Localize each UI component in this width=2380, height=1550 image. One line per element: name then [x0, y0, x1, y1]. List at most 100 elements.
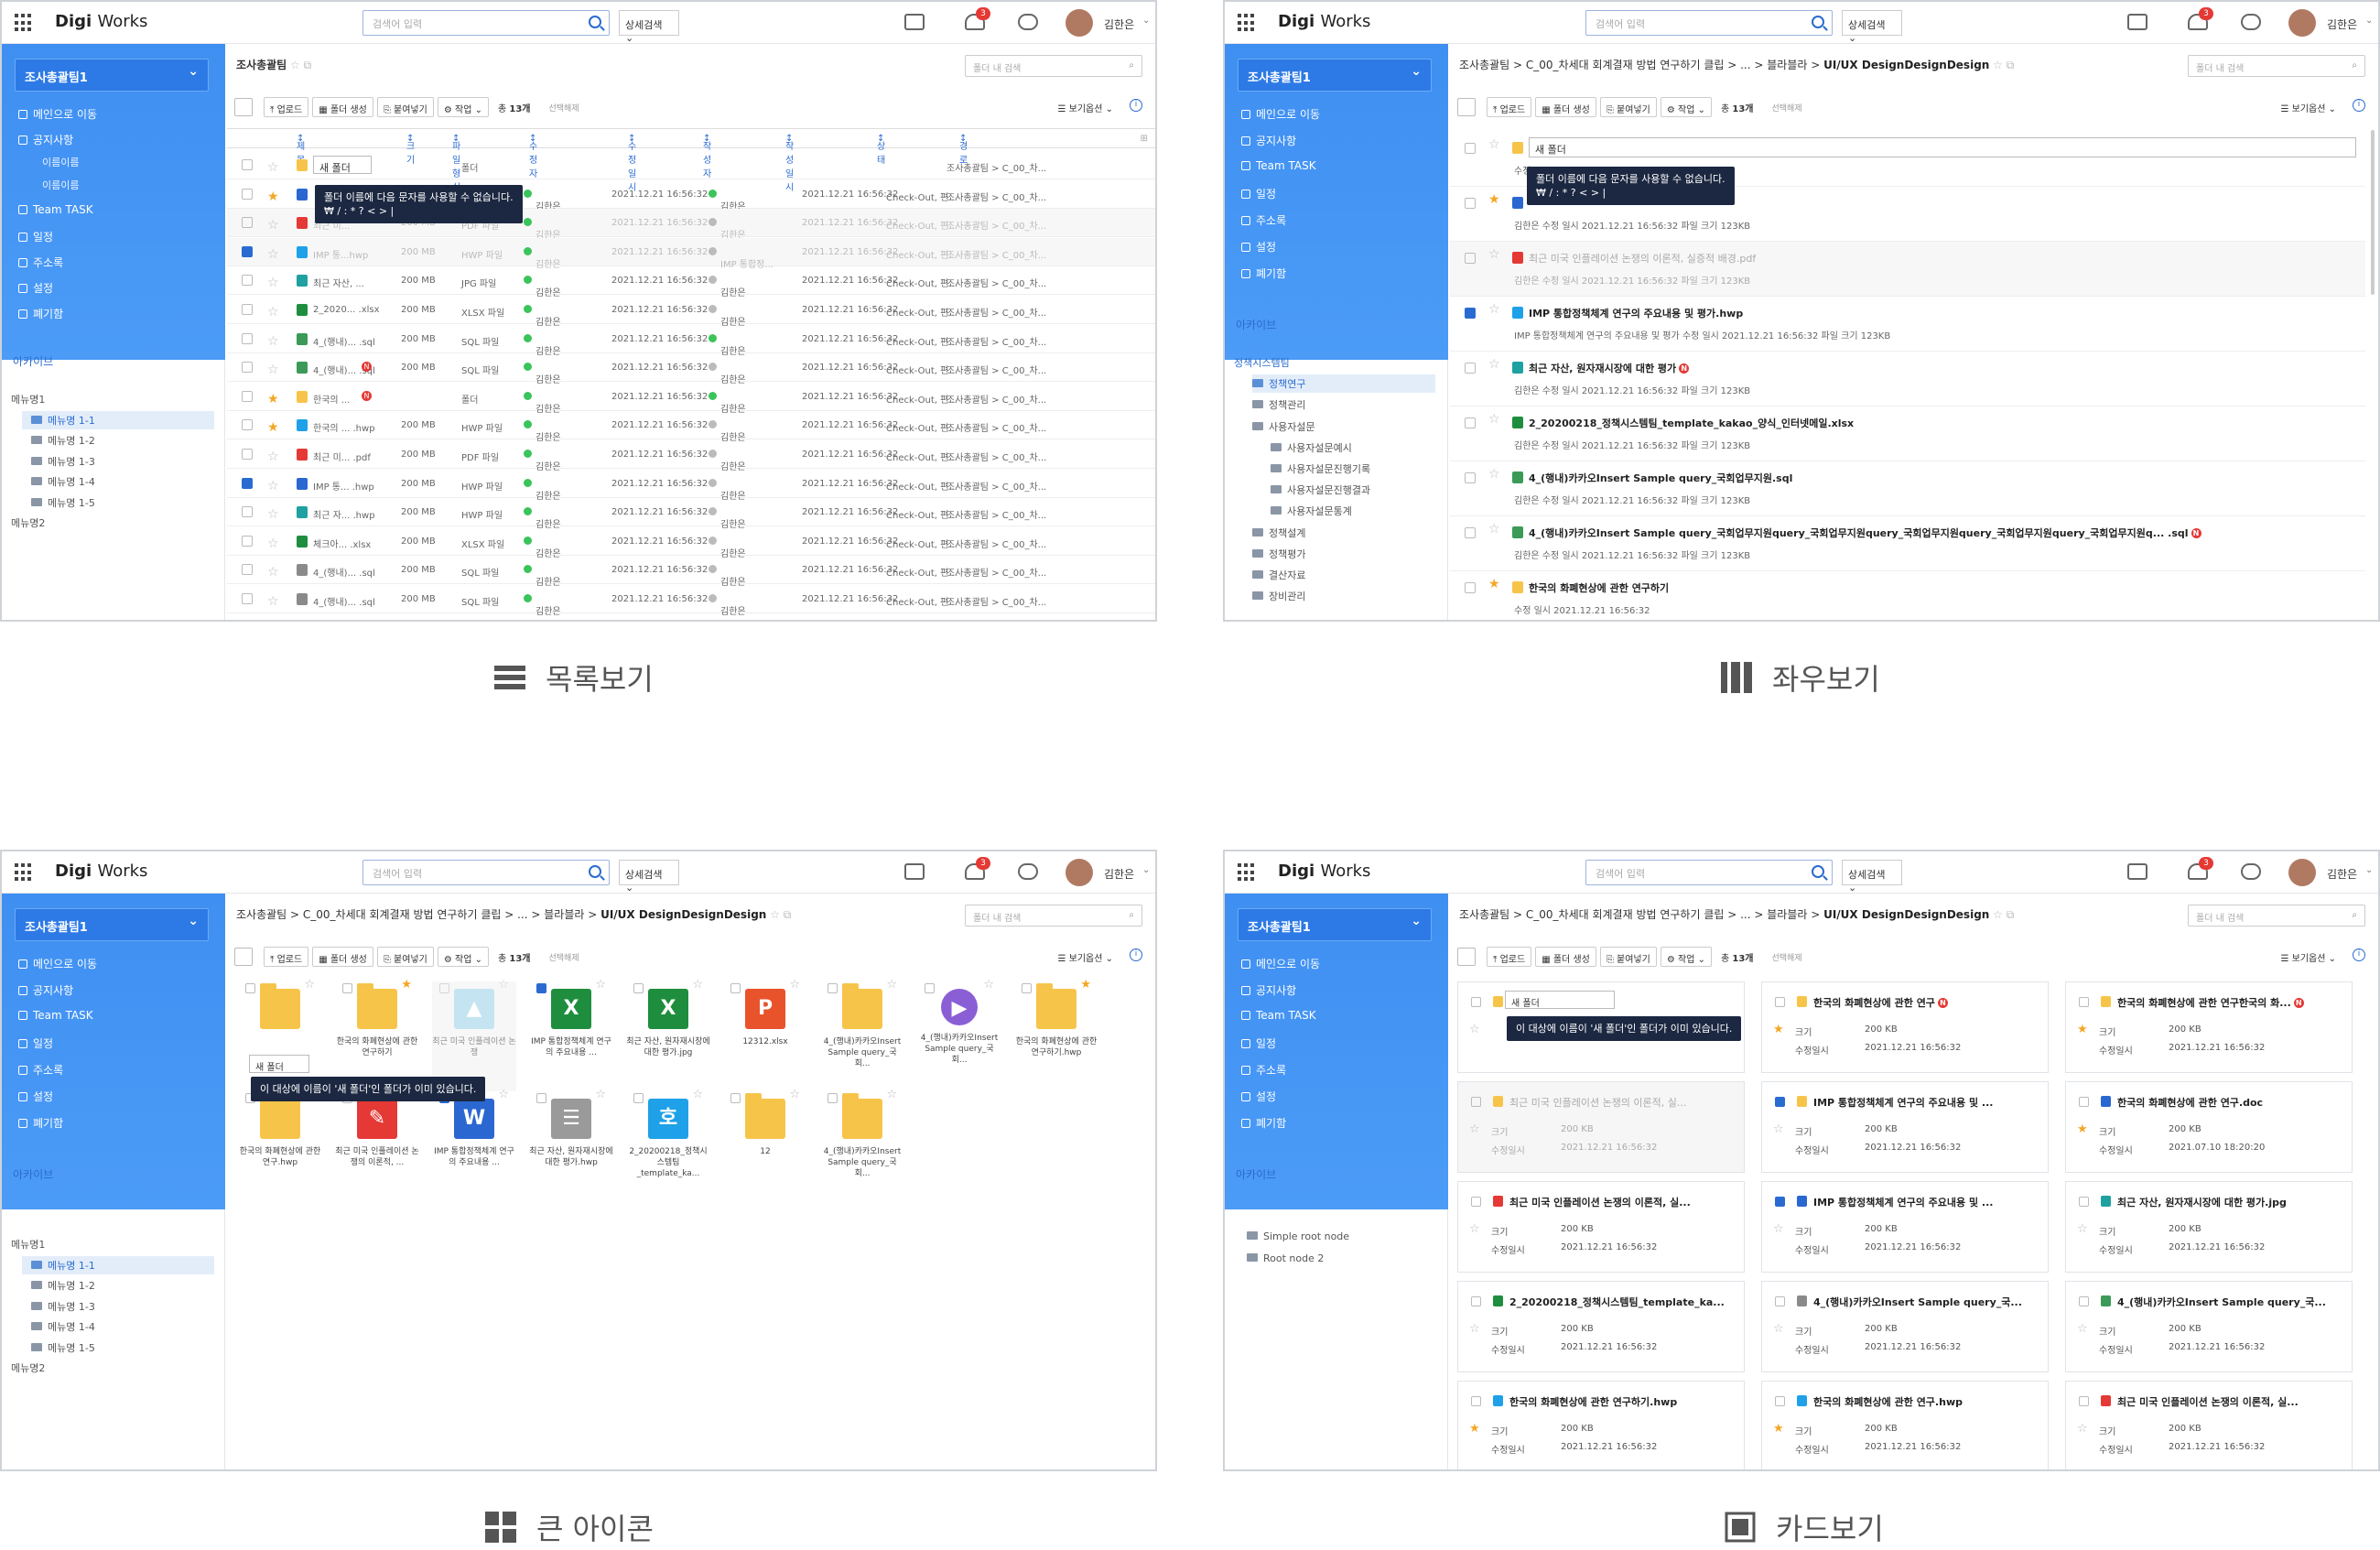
row-checkbox[interactable] [242, 506, 253, 518]
select-all-checkbox[interactable] [1457, 98, 1476, 116]
sidebar-item[interactable]: 일정 [1241, 186, 1276, 201]
star-icon[interactable]: ★ [1469, 1422, 1480, 1436]
info-icon[interactable]: i [1130, 948, 1142, 961]
star-icon[interactable]: ☆ [267, 160, 279, 175]
card-title[interactable]: 4_(행내)카카오Insert Sample query_국... [2117, 1295, 2326, 1309]
item-checkbox[interactable] [439, 983, 449, 993]
table-row[interactable]: ☆ 4_(행내)... .sql 200 MB SQL 파일 김한은 2021.… [227, 556, 1155, 588]
team-selector[interactable]: 조사총괄팀1 [1238, 908, 1432, 941]
tree-node[interactable]: 메뉴명2 [11, 1359, 194, 1377]
column-header[interactable]: 수정자 ↕ [529, 134, 537, 179]
work-menu-button[interactable]: ⚙ 작업 ⌄ [437, 97, 489, 117]
list-item[interactable]: ☆ 4_(행내)카카오Insert Sample query_국회업무지원.sq… [1450, 461, 2365, 516]
column-header[interactable]: 크기 ↕ [406, 134, 415, 166]
app-logo[interactable]: Digi Works [1278, 12, 1370, 31]
item-checkbox[interactable] [633, 983, 644, 993]
star-icon[interactable]: ☆ [267, 334, 279, 349]
sidebar-item[interactable]: 설정 [1241, 239, 1276, 255]
deselect-link[interactable]: 선택해제 [548, 102, 579, 114]
star-icon[interactable]: ☆ [498, 979, 509, 991]
tree-node[interactable]: 정책설계 [1252, 524, 1435, 542]
item-checkbox[interactable] [342, 983, 352, 993]
row-checkbox[interactable] [1465, 198, 1476, 209]
app-grid-icon[interactable] [15, 14, 33, 32]
chat-icon[interactable] [1018, 863, 1038, 880]
paste-button[interactable]: ⎘ 붙여넣기 [376, 947, 434, 967]
breadcrumb-item[interactable]: C_00_차세대 회계결재 방법 연구하기 클립 [303, 908, 502, 921]
search-icon[interactable]: ⌕ [1129, 910, 1134, 920]
file-name[interactable]: IMP 통합정책체계 연구의 주요내용 및 평가.hwp [1529, 306, 1743, 320]
breadcrumb-item[interactable]: C_00_차세대 회계결재 방법 연구하기 클립 [1526, 59, 1725, 71]
row-checkbox[interactable] [242, 332, 253, 344]
deselect-link[interactable]: 선택해제 [548, 951, 579, 963]
sidebar-item[interactable]: 설정 [18, 1089, 53, 1104]
paste-button[interactable]: ⎘ 붙여넣기 [1599, 947, 1657, 967]
tree-node[interactable]: 정책평가 [1252, 545, 1435, 563]
column-header[interactable]: 제목 ↕ [297, 134, 305, 166]
star-icon[interactable]: ☆ [498, 1089, 509, 1100]
column-header[interactable]: 경로 ↕ [959, 134, 968, 166]
row-checkbox[interactable] [242, 419, 253, 431]
star-icon[interactable]: ☆ [692, 979, 703, 991]
file-name[interactable]: 한국의 ... [313, 392, 350, 406]
file-name[interactable]: 4_(행내)... .sql [313, 565, 375, 579]
copy-icon[interactable]: ⧉ [784, 908, 792, 921]
star-icon[interactable]: ☆ [267, 305, 279, 320]
chat-icon[interactable] [1018, 14, 1038, 30]
icon-item[interactable]: ☆ ✎ 최근 미국 인플레이션 논쟁의 이론적, ... [335, 1089, 419, 1201]
icon-item[interactable]: ☆ 호 2_20200218_정책시스템팀_template_ka... [626, 1089, 710, 1201]
app-grid-icon[interactable] [1238, 863, 1256, 882]
file-name[interactable]: 체크아... .xlsx [313, 537, 371, 550]
card-checkbox[interactable] [1775, 1296, 1785, 1306]
star-icon[interactable]: ★ [267, 392, 279, 406]
new-folder-name-input[interactable]: 새 폴더 [1529, 137, 2356, 157]
star-icon[interactable]: ☆ [1773, 1222, 1784, 1236]
file-name[interactable]: 4_(행내)... .sql [313, 334, 375, 348]
row-checkbox[interactable] [242, 275, 253, 287]
row-checkbox[interactable] [1465, 417, 1476, 428]
folder-search-input[interactable]: 폴더 내 검색 ⌕ [2188, 55, 2365, 77]
item-checkbox[interactable] [536, 1093, 546, 1103]
search-icon[interactable]: ⌕ [2352, 910, 2357, 920]
tree-node[interactable]: 메뉴명 1-4 [31, 1317, 214, 1336]
card-title[interactable]: IMP 통합정책체계 연구의 주요내용 및 ... [1813, 1195, 1993, 1209]
column-header[interactable]: 작성자 ↕ [703, 134, 711, 179]
breadcrumb-item[interactable]: 조사총괄팀 [236, 908, 287, 921]
advanced-search-button[interactable]: 상세검색 ⌄ [619, 860, 679, 894]
star-icon[interactable]: ★ [2077, 1122, 2088, 1136]
avatar[interactable] [1066, 9, 1093, 37]
column-header[interactable]: 파일 형식 ↕ [452, 134, 460, 193]
global-search-input[interactable]: 검색어 입력 [1585, 860, 1833, 885]
row-checkbox[interactable] [242, 188, 253, 200]
global-search-input[interactable]: 검색어 입력 [362, 10, 610, 36]
item-checkbox[interactable] [925, 983, 935, 993]
item-checkbox[interactable] [828, 983, 838, 993]
card-title[interactable]: 4_(행내)카카오Insert Sample query_국... [1813, 1295, 2022, 1309]
sidebar-item[interactable]: 주소록 [1241, 1062, 1286, 1078]
star-icon[interactable]: ☆ [304, 979, 315, 991]
star-icon[interactable]: ☆ [1488, 302, 1500, 317]
breadcrumb-item[interactable]: 조사총괄팀 [1459, 59, 1509, 71]
file-name[interactable]: 4_(행내)카카오Insert Sample query_국회업무지원.sql [1529, 471, 1792, 485]
card-checkbox[interactable] [1471, 1296, 1481, 1306]
star-icon[interactable]: ☆ [267, 565, 279, 580]
table-row[interactable]: ☆ 최근 자... .hwp 200 MB HWP 파일 김한은 2021.12… [227, 498, 1155, 530]
inbox-icon[interactable] [904, 863, 925, 880]
column-header[interactable]: 상태 ↕ [877, 134, 885, 166]
tree-node[interactable]: 사용자설문진행결과 [1271, 481, 1435, 499]
avatar[interactable] [2288, 9, 2316, 37]
column-header[interactable]: 수정 일시 ↕ [628, 134, 636, 193]
row-checkbox[interactable] [1465, 143, 1476, 154]
deselect-link[interactable]: 선택해제 [1771, 102, 1801, 114]
table-row[interactable]: ☆ 최근 미... .pdf 200 MB PDF 파일 김한은 2021.12… [227, 440, 1155, 472]
breadcrumb-item[interactable]: ... [517, 908, 527, 921]
table-row[interactable]: ★ 한국의 ... .hwp 200 MB HWP 파일 김한은 2021.12… [227, 411, 1155, 443]
star-icon[interactable]: ☆ [1488, 412, 1500, 427]
file-name[interactable]: 4_(행내)카카오Insert Sample query_국회업무지원query… [1529, 526, 2202, 540]
row-checkbox[interactable] [1465, 527, 1476, 538]
icon-item[interactable]: ☆ W IMP 통합정책체계 연구의 주요내용 ... [432, 1089, 516, 1201]
file-name[interactable]: 최근 자... .hwp [313, 507, 375, 521]
card-checkbox[interactable] [1471, 1197, 1481, 1207]
copy-icon[interactable]: ⧉ [2007, 908, 2015, 921]
file-card[interactable]: 최근 미국 인플레이션 논쟁의 이론적, 실... ☆ 크기 200 KB 수정… [1457, 1181, 1745, 1273]
